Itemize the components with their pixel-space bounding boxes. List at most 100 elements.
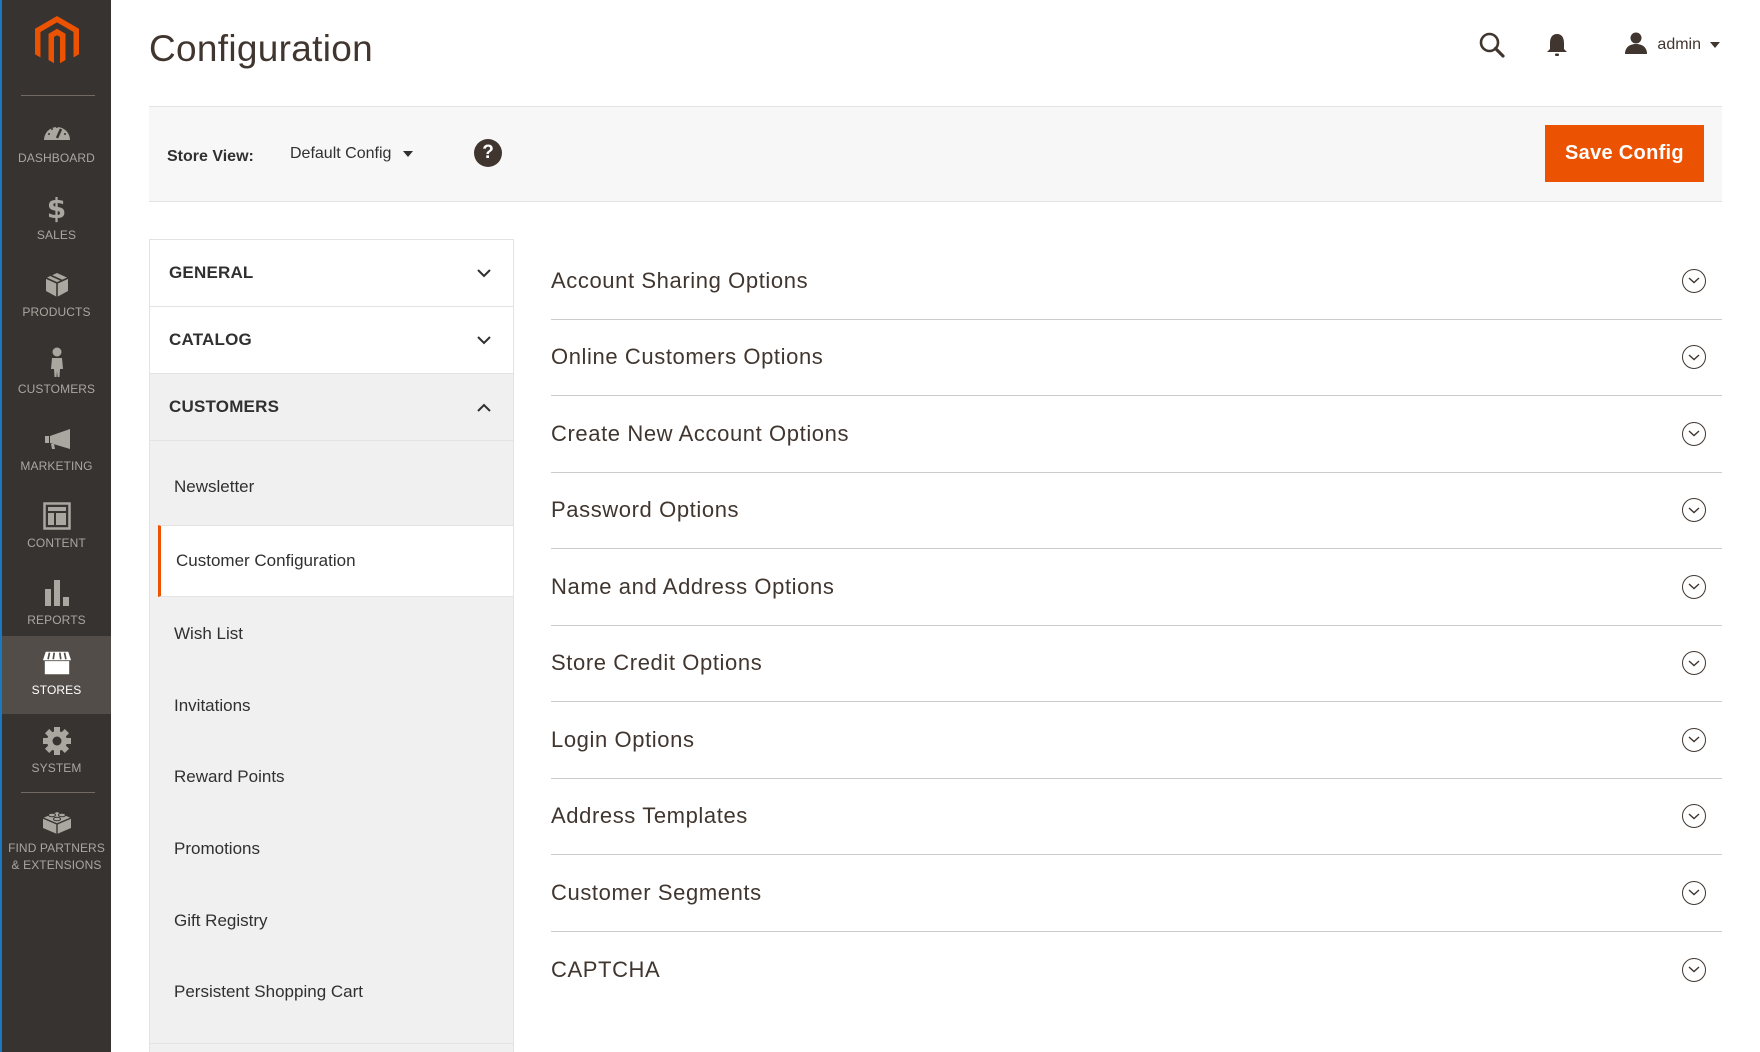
sidebar-divider [21,792,95,793]
tab-group-label: GENERAL [169,263,254,282]
layout-icon [42,501,72,531]
expand-chevron-icon[interactable] [1682,957,1706,982]
search-icon[interactable] [1475,28,1509,62]
tab-group-catalog[interactable]: CATALOG [150,307,513,374]
sidebar-item-dashboard[interactable]: DASHBOARD [2,104,111,181]
sidebar-item-label: MARKETING [20,459,93,473]
section-online-customers-options[interactable]: Online Customers Options [551,320,1722,396]
sidebar-item-label: PRODUCTS [22,305,91,319]
config-sections: Account Sharing Options Online Customers… [551,243,1722,1008]
tab-item-label: Gift Registry [174,911,268,930]
sidebar-item-label: DASHBOARD [18,151,95,165]
expand-chevron-icon[interactable] [1682,345,1706,370]
sidebar-item-find-partners[interactable]: FIND PARTNERS & EXTENSIONS [2,794,111,884]
config-tabs: GENERAL CATALOG CUSTOMERS Newsletter Cus… [149,239,514,1052]
sidebar-item-stores[interactable]: STORES [2,636,111,714]
chevron-down-icon [477,333,491,347]
storefront-icon [42,648,72,678]
admin-sidebar: DASHBOARD $ SALES PRODUCTS CUSTOMERS MAR… [0,0,111,1052]
tab-item-persistent-shopping-cart[interactable]: Persistent Shopping Cart [150,956,513,1028]
section-captcha[interactable]: CAPTCHA [551,932,1722,1009]
store-view-select[interactable]: Default Config [290,145,414,163]
tab-item-label: Customer Configuration [176,551,356,570]
gear-icon [42,726,72,756]
section-title: CAPTCHA [551,956,661,982]
sidebar-item-label: FIND PARTNERS & EXTENSIONS [8,840,105,874]
tab-item-label: Invitations [174,696,251,715]
sidebar-item-label: CONTENT [27,536,86,550]
magento-logo[interactable] [2,16,111,76]
lego-brick-icon [42,806,72,836]
expand-chevron-icon[interactable] [1682,268,1706,293]
sidebar-divider [21,95,95,96]
expand-chevron-icon[interactable] [1682,574,1706,599]
admin-username: admin [1657,36,1701,53]
section-title: Password Options [551,497,740,523]
sidebar-item-marketing[interactable]: MARKETING [2,412,111,489]
dashboard-icon [42,116,72,146]
tab-item-promotions[interactable]: Promotions [150,813,513,885]
bar-chart-icon [42,578,72,608]
tab-item-label: Reward Points [174,767,285,786]
section-login-options[interactable]: Login Options [551,702,1722,779]
expand-chevron-icon[interactable] [1682,498,1706,523]
sidebar-item-label-line2: & EXTENSIONS [11,858,102,872]
tab-item-label: Newsletter [174,477,255,496]
header-actions: admin [1475,28,1720,62]
page-title: Configuration [149,28,373,69]
section-address-templates[interactable]: Address Templates [551,779,1722,855]
tab-item-label: Persistent Shopping Cart [174,982,363,1001]
sidebar-item-system[interactable]: SYSTEM [2,714,111,791]
section-customer-segments[interactable]: Customer Segments [551,855,1722,932]
store-view-value: Default Config [290,145,392,162]
save-config-button[interactable]: Save Config [1545,125,1704,182]
sidebar-item-label: SYSTEM [31,761,82,775]
tab-group-label: CATALOG [169,330,252,349]
chevron-down-icon [1710,42,1720,48]
sidebar-item-customers[interactable]: CUSTOMERS [2,335,111,412]
section-title: Name and Address Options [551,573,835,599]
megaphone-icon [42,424,72,454]
section-title: Customer Segments [551,879,762,905]
expand-chevron-icon[interactable] [1682,727,1706,752]
admin-user-menu[interactable]: admin [1624,32,1720,59]
sidebar-item-reports[interactable]: REPORTS [2,566,111,643]
sidebar-item-sales[interactable]: $ SALES [2,181,111,258]
tab-group-customers[interactable]: CUSTOMERS [150,374,513,441]
help-icon[interactable]: ? [474,139,502,167]
tab-group-general[interactable]: GENERAL [150,240,513,307]
expand-chevron-icon[interactable] [1682,651,1706,676]
sidebar-item-content[interactable]: CONTENT [2,489,111,566]
store-view-bar: Store View: Default Config ? Save Config [149,106,1722,202]
sidebar-item-label: SALES [36,228,77,242]
tab-item-invitations[interactable]: Invitations [150,670,513,742]
person-icon [42,347,72,377]
tab-item-reward-points[interactable]: Reward Points [150,741,513,813]
section-create-new-account-options[interactable]: Create New Account Options [551,396,1722,473]
section-name-and-address-options[interactable]: Name and Address Options [551,549,1722,626]
sidebar-item-label-line1: FIND PARTNERS [8,841,105,855]
tab-item-label: Promotions [174,839,260,858]
tab-item-customer-configuration[interactable]: Customer Configuration [158,525,513,597]
section-password-options[interactable]: Password Options [551,473,1722,549]
sidebar-item-label: CUSTOMERS [17,382,96,396]
section-account-sharing-options[interactable]: Account Sharing Options [551,243,1722,320]
expand-chevron-icon[interactable] [1682,421,1706,446]
bell-icon[interactable] [1540,28,1574,62]
sidebar-item-products[interactable]: PRODUCTS [2,258,111,335]
section-store-credit-options[interactable]: Store Credit Options [551,626,1722,702]
chevron-down-icon [477,266,491,280]
section-title: Login Options [551,726,695,752]
section-title: Store Credit Options [551,650,763,676]
user-icon [1624,32,1648,59]
store-view-label: Store View: [167,148,254,165]
tab-item-newsletter[interactable]: Newsletter [150,451,513,523]
section-title: Online Customers Options [551,344,824,370]
sidebar-item-label: REPORTS [27,613,86,627]
section-title: Account Sharing Options [551,267,809,293]
dollar-icon: $ [46,191,67,225]
tab-item-wish-list[interactable]: Wish List [150,598,513,670]
expand-chevron-icon[interactable] [1682,804,1706,829]
tab-item-gift-registry[interactable]: Gift Registry [150,885,513,957]
expand-chevron-icon[interactable] [1682,880,1706,905]
